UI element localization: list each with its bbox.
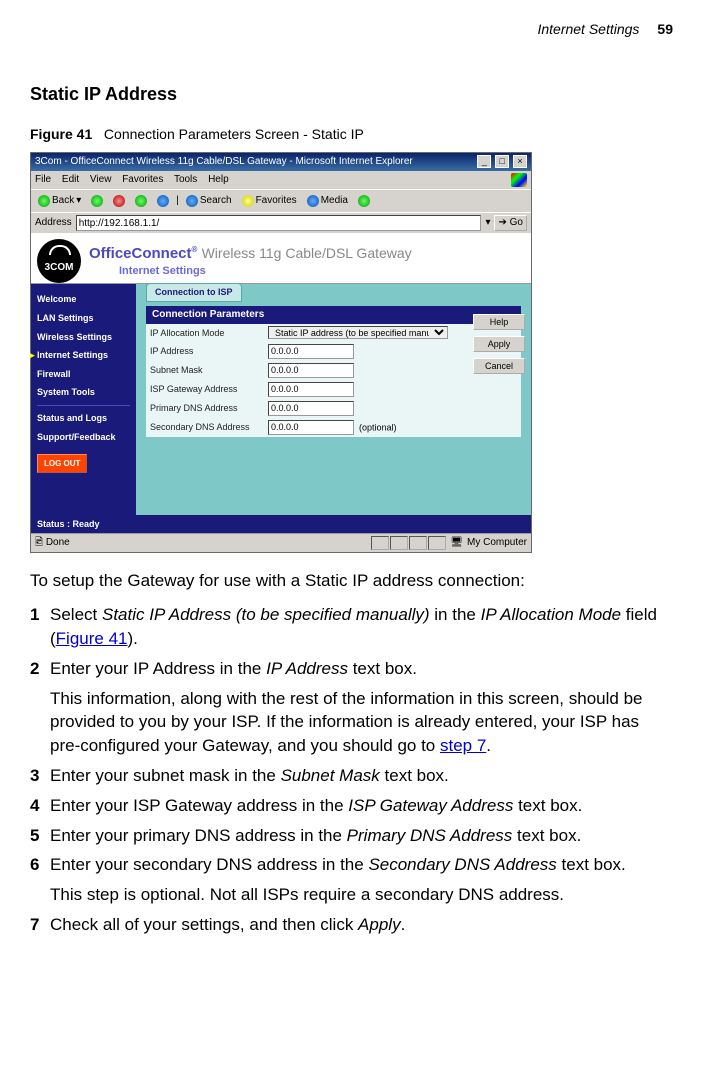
- sidebar-item-welcome[interactable]: Welcome: [31, 290, 136, 309]
- select-ip-mode[interactable]: Static IP address (to be specified manua…: [268, 326, 448, 339]
- parameters-table: IP Allocation Mode Static IP address (to…: [146, 324, 521, 437]
- home-icon: [157, 195, 169, 207]
- menu-edit[interactable]: Edit: [62, 174, 79, 185]
- input-ip-address[interactable]: [268, 344, 354, 359]
- status-done: 🖻 Done: [35, 536, 70, 550]
- screenshot-figure: 3Com - OfficeConnect Wireless 11g Cable/…: [30, 152, 532, 553]
- status-zone: My Computer: [467, 536, 527, 550]
- step-2: 2 Enter your IP Address in the IP Addres…: [30, 657, 673, 758]
- panel-title: Connection Parameters: [146, 306, 521, 324]
- menu-help[interactable]: Help: [208, 174, 229, 185]
- forward-button[interactable]: [88, 194, 106, 208]
- link-figure-41[interactable]: Figure 41: [56, 629, 128, 648]
- ie-toolbar: Back ▾ | Search Favorites Media: [31, 189, 531, 212]
- header-section: Internet Settings: [537, 20, 639, 40]
- step-7: 7 Check all of your settings, and then c…: [30, 913, 673, 937]
- step-5: 5 Enter your primary DNS address in the …: [30, 824, 673, 848]
- label-ip-mode: IP Allocation Mode: [146, 324, 264, 342]
- sidebar-item-internet[interactable]: Internet Settings: [31, 346, 136, 365]
- ie-titlebar: 3Com - OfficeConnect Wireless 11g Cable/…: [31, 153, 531, 171]
- product-name: OfficeConnect® Wireless 11g Cable/DSL Ga…: [89, 243, 412, 264]
- steps-list: 1 Select Static IP Address (to be specif…: [30, 603, 673, 937]
- label-ip-address: IP Address: [146, 342, 264, 361]
- label-isp-gateway: ISP Gateway Address: [146, 380, 264, 399]
- menu-favorites[interactable]: Favorites: [122, 174, 163, 185]
- address-label: Address: [35, 216, 72, 230]
- logo-3com: 3COM: [37, 239, 81, 283]
- intro-text: To setup the Gateway for use with a Stat…: [30, 569, 673, 593]
- zone-icon: 🖥: [450, 536, 463, 550]
- tab-connection-to-isp[interactable]: Connection to ISP: [146, 283, 242, 302]
- label-primary-dns: Primary DNS Address: [146, 399, 264, 418]
- refresh-icon: [135, 195, 147, 207]
- input-secondary-dns[interactable]: [268, 420, 354, 435]
- favorites-button[interactable]: Favorites: [239, 193, 300, 209]
- address-dropdown-icon[interactable]: ▾: [485, 216, 490, 230]
- sidebar-item-system[interactable]: System Tools: [31, 383, 136, 402]
- cancel-button[interactable]: Cancel: [473, 358, 525, 374]
- input-primary-dns[interactable]: [268, 401, 354, 416]
- search-button[interactable]: Search: [183, 193, 235, 209]
- running-header: Internet Settings 59: [30, 20, 673, 42]
- apply-button[interactable]: Apply: [473, 336, 525, 352]
- sidebar-item-lan[interactable]: LAN Settings: [31, 309, 136, 328]
- history-icon: [358, 195, 370, 207]
- maximize-icon[interactable]: □: [495, 155, 509, 168]
- refresh-button[interactable]: [132, 194, 150, 208]
- ie-flag-icon: [511, 173, 527, 187]
- stop-icon: [113, 195, 125, 207]
- media-button[interactable]: Media: [304, 193, 351, 209]
- brand-header: 3COM OfficeConnect® Wireless 11g Cable/D…: [31, 233, 531, 283]
- search-icon: [186, 195, 198, 207]
- action-buttons: Help Apply Cancel: [473, 314, 525, 374]
- link-step-7[interactable]: step 7: [440, 736, 486, 755]
- input-subnet-mask[interactable]: [268, 363, 354, 378]
- sidebar-item-support[interactable]: Support/Feedback: [31, 428, 136, 447]
- section-title: Static IP Address: [30, 82, 673, 107]
- back-button[interactable]: Back ▾: [35, 193, 84, 209]
- input-isp-gateway[interactable]: [268, 382, 354, 397]
- stop-button[interactable]: [110, 194, 128, 208]
- figure-number: Figure 41: [30, 126, 92, 142]
- favorites-icon: [242, 195, 254, 207]
- figure-caption-text: Connection Parameters Screen - Static IP: [104, 126, 364, 142]
- media-icon: [307, 195, 319, 207]
- label-subnet-mask: Subnet Mask: [146, 361, 264, 380]
- label-secondary-dns: Secondary DNS Address: [146, 418, 264, 437]
- page-subtitle: Internet Settings: [89, 264, 412, 279]
- logout-button[interactable]: LOG OUT: [37, 454, 87, 473]
- page-content: 3COM OfficeConnect® Wireless 11g Cable/D…: [31, 233, 531, 533]
- menu-view[interactable]: View: [90, 174, 112, 185]
- page-number: 59: [657, 20, 673, 40]
- step-3: 3 Enter your subnet mask in the Subnet M…: [30, 764, 673, 788]
- window-controls: _ □ ×: [476, 155, 527, 169]
- step-6: 6 Enter your secondary DNS address in th…: [30, 853, 673, 907]
- status-cells: [370, 536, 446, 550]
- menu-tools[interactable]: Tools: [174, 174, 197, 185]
- sidebar-item-wireless[interactable]: Wireless Settings: [31, 328, 136, 347]
- ie-statusbar: 🖻 Done 🖥 My Computer: [31, 533, 531, 552]
- minimize-icon[interactable]: _: [477, 155, 491, 168]
- home-button[interactable]: [154, 194, 172, 208]
- sidebar-item-status[interactable]: Status and Logs: [31, 409, 136, 428]
- sidebar-nav: Welcome LAN Settings Wireless Settings I…: [31, 284, 136, 514]
- content-pane: Connection to ISP Connection Parameters …: [136, 284, 531, 514]
- step-1: 1 Select Static IP Address (to be specif…: [30, 603, 673, 651]
- status-strip: Status : Ready: [31, 515, 531, 534]
- help-button[interactable]: Help: [473, 314, 525, 330]
- back-icon: [38, 195, 50, 207]
- history-button[interactable]: [355, 194, 373, 208]
- figure-caption: Figure 41 Connection Parameters Screen -…: [30, 125, 673, 145]
- go-button[interactable]: ➔ Go: [494, 215, 527, 231]
- forward-icon: [91, 195, 103, 207]
- optional-note: (optional): [359, 422, 397, 432]
- window-title: 3Com - OfficeConnect Wireless 11g Cable/…: [35, 155, 413, 169]
- menu-file[interactable]: File: [35, 174, 51, 185]
- step-4: 4 Enter your ISP Gateway address in the …: [30, 794, 673, 818]
- ie-menubar: File Edit View Favorites Tools Help: [31, 171, 531, 189]
- sidebar-item-firewall[interactable]: Firewall: [31, 365, 136, 384]
- address-input[interactable]: [76, 215, 482, 231]
- close-icon[interactable]: ×: [513, 155, 527, 168]
- ie-addressbar: Address ▾ ➔ Go: [31, 212, 531, 233]
